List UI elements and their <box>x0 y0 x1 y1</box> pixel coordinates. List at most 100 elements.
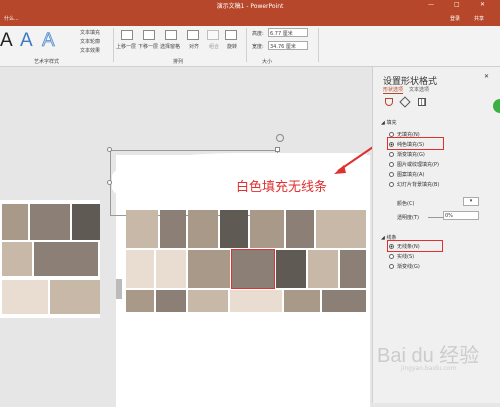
photo <box>308 250 338 288</box>
text-outline-button[interactable]: 文本轮廓 <box>80 38 100 45</box>
photo <box>50 280 100 314</box>
maximize-button[interactable]: □ <box>454 1 460 8</box>
tab-text-options[interactable]: 文本选项 <box>409 86 429 93</box>
photo <box>34 242 98 276</box>
rotate-handle-icon[interactable] <box>276 134 284 142</box>
send-backward-icon <box>143 30 155 40</box>
align-button[interactable]: 对齐 <box>189 43 199 50</box>
send-backward-button[interactable]: 下移一层 <box>138 43 158 50</box>
art-style-blue[interactable]: A <box>20 30 33 52</box>
rotate-button[interactable]: 旋转 <box>227 43 237 50</box>
line-option[interactable]: 渐变线(G) <box>389 263 420 270</box>
pane-close-icon[interactable]: ✕ <box>484 73 489 80</box>
bring-forward-icon <box>121 30 133 40</box>
photo <box>126 210 158 248</box>
radio-icon[interactable] <box>389 152 394 157</box>
fill-header-label: 填充 <box>386 120 397 126</box>
group-icon <box>207 30 219 40</box>
fill-option[interactable]: 渐变填充(G) <box>389 151 425 158</box>
ribbon-separator <box>113 28 114 62</box>
photo <box>160 210 186 248</box>
color-picker-button[interactable]: ▾ <box>463 197 479 206</box>
photo <box>340 250 366 288</box>
radio-icon[interactable] <box>389 172 394 177</box>
fill-option-label: 图案填充(A) <box>397 172 425 178</box>
ribbon-tabs: 什么... 登录 共享 <box>0 12 500 26</box>
group-button[interactable]: 组合 <box>209 43 219 50</box>
ribbon-separator <box>318 28 319 62</box>
window-title: 演示文稿1 - PowerPoint <box>216 3 284 10</box>
size-group-label: 大小 <box>262 59 273 65</box>
radio-icon[interactable] <box>389 254 394 259</box>
width-label: 宽度: <box>252 44 264 50</box>
solid-fill-highlight <box>387 137 444 150</box>
tell-me-tab[interactable]: 什么... <box>4 15 19 22</box>
floating-button[interactable] <box>493 99 500 113</box>
minimize-button[interactable]: — <box>428 1 434 8</box>
height-input[interactable]: 6.77 厘米 <box>270 30 293 37</box>
photo <box>322 290 366 312</box>
photo <box>231 249 275 289</box>
photo <box>250 210 284 248</box>
photo <box>72 204 100 240</box>
photo <box>2 204 28 240</box>
photo <box>286 210 314 248</box>
photo <box>188 210 218 248</box>
slide-canvas: 白色填充无线条 <box>0 67 377 407</box>
photo <box>126 290 154 312</box>
text-effects-button[interactable]: 文本效果 <box>80 47 100 54</box>
fill-section-header[interactable]: ◢ 填充 <box>381 119 396 126</box>
bring-forward-button[interactable]: 上移一层 <box>116 43 136 50</box>
share-button[interactable]: 共享 <box>474 15 484 22</box>
photo <box>126 250 154 288</box>
adjacent-slide-thumbnail[interactable] <box>0 200 100 318</box>
fill-option-label: 渐变填充(G) <box>397 152 425 158</box>
login-link[interactable]: 登录 <box>450 15 460 22</box>
close-button[interactable]: ✕ <box>480 1 485 8</box>
line-option-label: 渐变线(G) <box>397 264 420 270</box>
resize-handle[interactable] <box>107 180 112 185</box>
art-text-styles-group-label: 艺术字样式 <box>34 59 60 65</box>
effects-icon[interactable] <box>399 96 411 108</box>
photo <box>276 250 306 288</box>
photo <box>156 290 186 312</box>
size-properties-icon[interactable] <box>418 98 426 106</box>
photo <box>30 204 70 240</box>
fill-option[interactable]: 图案填充(A) <box>389 171 424 178</box>
line-option[interactable]: 实线(S) <box>389 253 414 260</box>
fill-option-label: 幻灯片背景填充(B) <box>397 182 440 188</box>
photo <box>2 280 48 314</box>
text-fill-button[interactable]: 文本填充 <box>80 29 100 36</box>
resize-handle[interactable] <box>107 147 112 152</box>
radio-icon[interactable] <box>389 162 394 167</box>
ribbon: A A A 文本填充 文本轮廓 文本效果 艺术字样式 上移一层 下移一层 选择窗… <box>0 26 500 67</box>
resize-handle[interactable] <box>275 147 280 152</box>
photo <box>316 210 366 248</box>
transparency-input[interactable]: 0% <box>445 213 453 219</box>
tab-shape-options[interactable]: 形状选项 <box>383 86 404 94</box>
transparency-label: 透明度(T) <box>397 215 419 221</box>
slide-caption[interactable]: 白色填充无线条 <box>236 176 327 195</box>
fill-option[interactable]: 图片或纹理填充(P) <box>389 161 439 168</box>
watermark: Bai du 经验 <box>377 345 480 367</box>
watermark-url: jingyan.baidu.com <box>401 365 457 372</box>
photo <box>284 290 320 312</box>
align-icon <box>187 30 199 40</box>
ribbon-separator <box>246 28 247 62</box>
scrollbar[interactable] <box>116 279 122 299</box>
photo <box>2 242 32 276</box>
art-style-outline[interactable]: A <box>42 30 55 52</box>
radio-icon[interactable] <box>389 264 394 269</box>
selection-pane-button[interactable]: 选择窗格 <box>160 43 180 50</box>
photo <box>156 250 186 288</box>
photo <box>220 210 248 248</box>
fill-option[interactable]: 幻灯片背景填充(B) <box>389 181 439 188</box>
color-label: 颜色(C) <box>397 201 415 207</box>
art-style-black[interactable]: A <box>0 30 13 52</box>
width-input[interactable]: 34.76 厘米 <box>270 43 296 50</box>
fill-option-label: 图片或纹理填充(P) <box>397 162 439 168</box>
fill-line-icon[interactable] <box>385 98 393 106</box>
radio-icon[interactable] <box>389 182 394 187</box>
selection-pane-icon <box>165 30 177 40</box>
photo <box>230 290 282 312</box>
